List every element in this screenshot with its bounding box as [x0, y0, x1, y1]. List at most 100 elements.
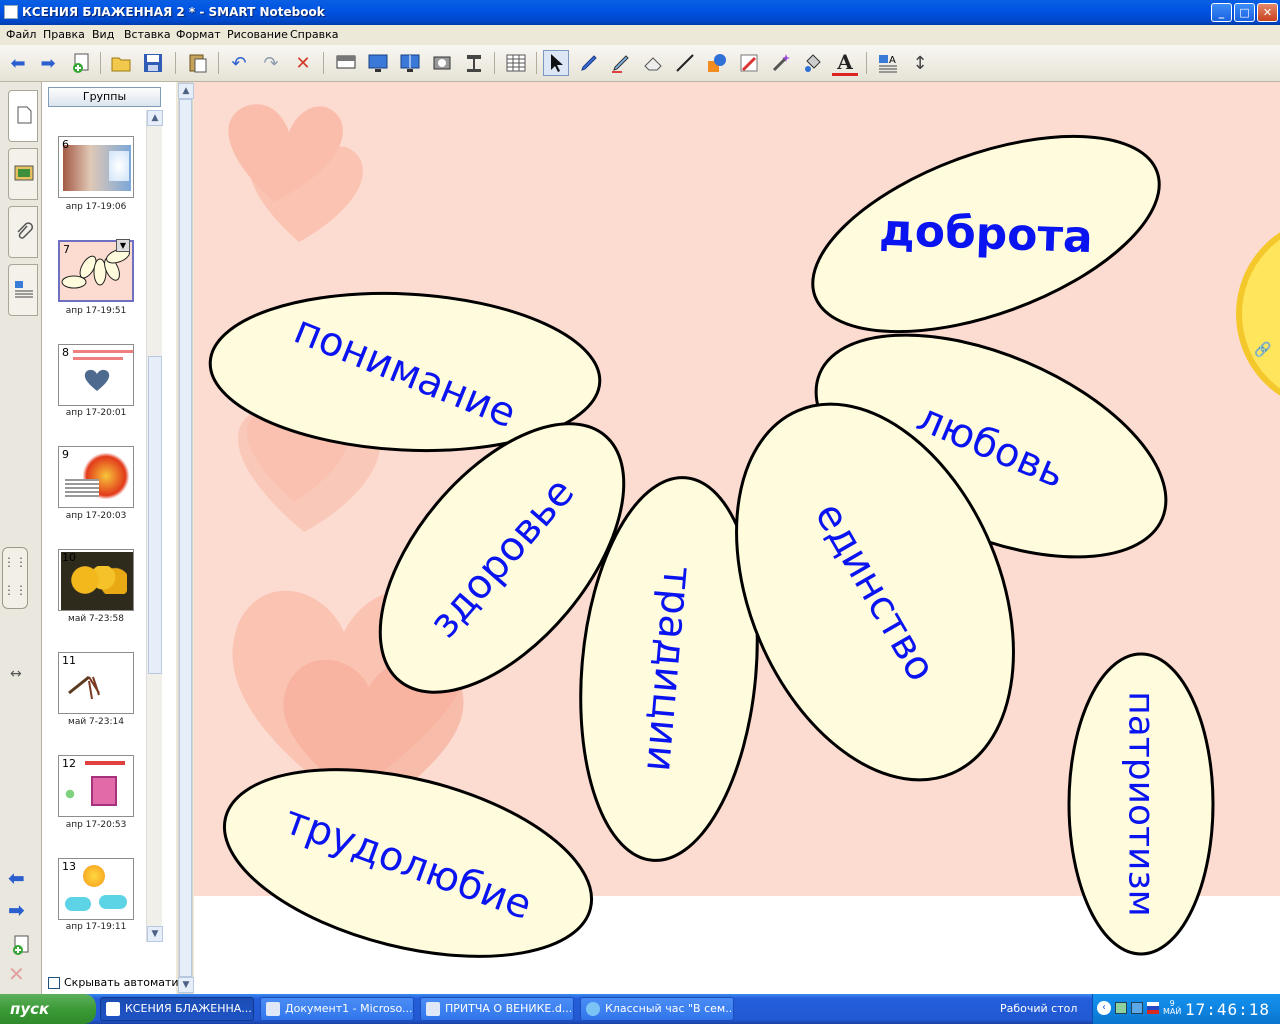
menu-draw[interactable]: Рисование	[227, 28, 288, 41]
page-thumbnail-6[interactable]: 6	[58, 136, 134, 198]
page-thumbnail-12[interactable]: 12	[58, 755, 134, 817]
table-icon[interactable]	[503, 50, 529, 76]
antivirus-icon[interactable]	[1131, 1002, 1143, 1014]
page-caption: апр 17-19:06	[65, 202, 127, 212]
toolbar-move-icon[interactable]: ↕	[907, 50, 933, 76]
line-icon[interactable]	[672, 50, 698, 76]
sidebar-add-page-icon[interactable]	[10, 934, 32, 960]
page-number: 6	[62, 138, 69, 151]
gallery-tab[interactable]	[8, 148, 38, 200]
add-page-icon[interactable]	[68, 50, 94, 76]
menu-edit[interactable]: Правка	[43, 28, 85, 41]
task-smart-notebook[interactable]: КСЕНИЯ БЛАЖЕННА...	[100, 997, 254, 1021]
date-indicator: 9 МАЙ	[1163, 1000, 1181, 1016]
scroll-up-icon[interactable]: ▲	[178, 83, 194, 99]
title-bar[interactable]: КСЕНИЯ БЛАЖЕННАЯ 2 * - SMART Notebook _ …	[0, 0, 1280, 25]
task-word-pritcha[interactable]: ПРИТЧА О ВЕНИКЕ.d...	[420, 997, 574, 1021]
task-word-document1[interactable]: Документ1 - Microso...	[260, 997, 414, 1021]
page-caption: апр 17-19:11	[65, 922, 127, 932]
page-thumbnail-10[interactable]: 10	[58, 549, 134, 611]
properties-icon[interactable]: A	[875, 50, 901, 76]
desktop-toolbar-label[interactable]: Рабочий стол	[1000, 1002, 1077, 1015]
network-icon[interactable]	[1115, 1002, 1127, 1014]
page-caption: май 7-23:58	[68, 614, 124, 624]
undo-icon[interactable]: ↶	[226, 50, 252, 76]
next-page-icon[interactable]: ➡	[8, 898, 25, 922]
svg-text:A: A	[889, 55, 896, 66]
clock[interactable]: 17:46:18	[1185, 1000, 1270, 1019]
language-flag-icon[interactable]	[1147, 1002, 1159, 1014]
screen-shade-icon[interactable]	[333, 50, 359, 76]
page-number: 9	[62, 448, 69, 461]
select-icon[interactable]	[543, 50, 569, 76]
shape-recognition-pen-icon[interactable]	[768, 50, 794, 76]
paste-icon[interactable]	[185, 50, 211, 76]
page-thumbnail-13[interactable]: 13	[58, 858, 134, 920]
redo-icon[interactable]: ↷	[258, 50, 284, 76]
pen-icon[interactable]	[576, 50, 602, 76]
task-label: ПРИТЧА О ВЕНИКЕ.d...	[445, 1002, 573, 1015]
taskbar: пуск КСЕНИЯ БЛАЖЕННА... Документ1 - Micr…	[0, 994, 1280, 1024]
canvas-left-scrollbar[interactable]: ▲ ▼	[178, 82, 194, 994]
petal-word[interactable]: доброта	[878, 205, 1093, 263]
petal-word[interactable]: патриотизм	[1121, 691, 1162, 917]
document-camera-icon[interactable]	[461, 50, 487, 76]
shapes-icon[interactable]	[704, 50, 730, 76]
forward-icon[interactable]: ➡	[35, 50, 61, 76]
sorter-scrollbar[interactable]: ▲ ▼	[146, 110, 163, 942]
page-number: 10	[62, 551, 76, 564]
resize-arrow-icon[interactable]: ↔	[10, 666, 22, 682]
menu-bar: Файл Правка Вид Вставка Формат Рисование…	[0, 25, 1280, 45]
previous-page-icon[interactable]: ⬅	[8, 866, 25, 890]
page-caption: апр 17-20:03	[65, 511, 127, 521]
petal-7[interactable]: патриотизм	[1067, 652, 1215, 956]
text-icon[interactable]: A	[832, 50, 858, 76]
autohide-label: Скрывать автомати	[64, 976, 179, 989]
menu-insert[interactable]: Вставка	[124, 28, 171, 41]
eraser-icon[interactable]	[640, 50, 666, 76]
petal-1[interactable]: доброта	[788, 97, 1185, 372]
start-button[interactable]: пуск	[0, 994, 96, 1024]
open-icon[interactable]	[108, 50, 134, 76]
scroll-up-icon[interactable]: ▲	[147, 110, 163, 126]
whiteboard-canvas[interactable]: 🔗 доброта понимание любовь здоровье традиции…	[194, 82, 1280, 994]
fill-icon[interactable]	[800, 50, 826, 76]
magic-pen-icon[interactable]	[736, 50, 762, 76]
sidebar-delete-page-icon[interactable]: ✕	[8, 962, 25, 986]
scroll-down-icon[interactable]: ▼	[147, 926, 163, 942]
scroll-down-icon[interactable]: ▼	[178, 977, 194, 993]
dual-page-icon[interactable]	[397, 50, 423, 76]
sidebar-handle[interactable]: ⋮⋮ ⋮⋮	[2, 547, 28, 609]
menu-file[interactable]: Файл	[6, 28, 36, 41]
close-button[interactable]: ✕	[1257, 3, 1278, 22]
menu-format[interactable]: Формат	[176, 28, 221, 41]
menu-help[interactable]: Справка	[290, 28, 338, 41]
task-internet-explorer[interactable]: Классный час "В сем...	[580, 997, 734, 1021]
minimize-button[interactable]: _	[1211, 3, 1232, 22]
maximize-button[interactable]: □	[1234, 3, 1255, 22]
menu-view[interactable]: Вид	[92, 28, 114, 41]
autohide-checkbox[interactable]	[48, 976, 60, 989]
page-number: 8	[62, 346, 69, 359]
sorter-scroll-thumb[interactable]	[148, 356, 162, 674]
autohide-option[interactable]: Скрывать автомати	[48, 976, 179, 989]
properties-tab[interactable]	[8, 264, 38, 316]
page-sorter-tab[interactable]	[8, 90, 38, 142]
page-thumbnail-9[interactable]: 9	[58, 446, 134, 508]
back-icon[interactable]: ⬅	[5, 50, 31, 76]
system-tray: ‹ 9 МАЙ 17:46:18	[1092, 994, 1280, 1024]
capture-icon[interactable]	[429, 50, 455, 76]
delete-icon[interactable]: ✕	[290, 50, 316, 76]
canvas-scroll-thumb[interactable]	[179, 99, 192, 977]
tray-expand-icon[interactable]: ‹	[1097, 1001, 1111, 1015]
creative-pen-icon[interactable]	[608, 50, 634, 76]
page-thumbnail-8[interactable]: 8	[58, 344, 134, 406]
save-icon[interactable]	[140, 50, 166, 76]
full-screen-icon[interactable]	[365, 50, 391, 76]
attachments-tab[interactable]	[8, 206, 38, 258]
page-menu-dropdown-icon[interactable]: ▼	[116, 239, 130, 252]
task-label: КСЕНИЯ БЛАЖЕННА...	[125, 1002, 252, 1015]
page-thumbnail-11[interactable]: 11	[58, 652, 134, 714]
petal-8[interactable]: трудолюбие	[205, 736, 610, 990]
groups-button[interactable]: Группы	[48, 87, 161, 107]
